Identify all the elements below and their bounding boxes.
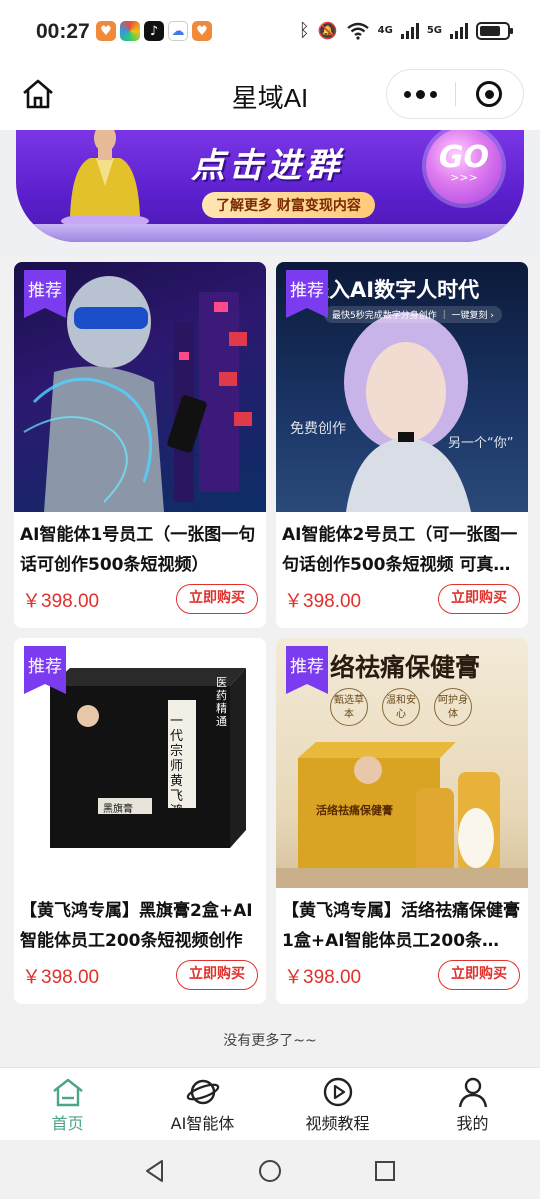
buy-now-button[interactable]: 立即购买 (438, 960, 520, 990)
app-notification-icon (120, 21, 140, 41)
product-card[interactable]: 络祛痛保健膏 甄选草本 温和安心 呵护身体 活络祛痛保健膏 推荐 【黄飞鸿专属】… (276, 638, 528, 1004)
product-card[interactable]: 一代宗师黄飞鸿 医药精通 黑旗膏 推荐 【黄飞鸿专属】黑旗膏2盒+AI智能体员工… (14, 638, 266, 1004)
go-button[interactable]: GO >>> (426, 130, 502, 204)
chat-notification-icon: ☁ (168, 21, 188, 41)
tab-ai-agent[interactable]: AI智能体 (135, 1068, 270, 1140)
tab-label: 视频教程 (305, 1114, 370, 1133)
product-card[interactable]: 进入AI数字人时代 最快5秒完成数字分身创作 ｜ 一键复刻 › 免费创作 另一个… (276, 262, 528, 628)
recommend-tag: 推荐 (286, 646, 328, 694)
tab-label: 首页 (51, 1114, 84, 1133)
banner-subtitle: 了解更多 财富变现内容 (202, 192, 375, 218)
notification-icons: ♥ ♪ ☁ ♥ (96, 21, 212, 41)
tab-video-tutorial[interactable]: 视频教程 (270, 1068, 405, 1140)
go-arrows: >>> (450, 171, 478, 184)
network-5g-label: 5G (426, 25, 442, 36)
product-name: 【黄飞鸿专属】黑旗膏2盒+AI智能体员工200条短视频创作 (20, 901, 253, 951)
bottom-tab-bar: 首页 AI智能体 视频教程 我的 (0, 1067, 540, 1140)
product-name: AI智能体1号员工（一张图一句话可创作500条短视频） (20, 525, 256, 575)
product-card[interactable]: 推荐 AI智能体1号员工（一张图一句话可创作500条短视频） ￥398.00 立… (14, 262, 266, 628)
more-options-button[interactable] (387, 70, 455, 118)
recent-apps-icon[interactable] (372, 1158, 398, 1184)
tab-label: AI智能体 (170, 1114, 235, 1133)
play-circle-icon (323, 1077, 352, 1107)
status-bar: 00:27 ♥ ♪ ☁ ♥ ᛒ 🔕 4G 5G (0, 0, 540, 64)
mute-icon: 🔕 (317, 21, 338, 40)
tab-home[interactable]: 首页 (0, 1068, 135, 1140)
box-label: 活络祛痛保健膏 (316, 804, 393, 817)
person-icon (458, 1077, 487, 1108)
bluetooth-icon: ᛒ (298, 20, 310, 41)
box-label: 黑旗膏 (103, 804, 133, 815)
system-navigation-bar (0, 1140, 540, 1199)
box-title: 一代宗师黄飞鸿 (170, 714, 184, 819)
go-label: GO (438, 140, 490, 175)
close-mini-program-button[interactable] (456, 70, 524, 118)
recommend-tag: 推荐 (24, 646, 66, 694)
thumb-badge: 甄选草本 (330, 688, 368, 726)
signal-icon (400, 22, 419, 39)
thumb-badge: 温和安心 (382, 688, 420, 726)
thumb-headline: 进入AI数字人时代 (308, 278, 480, 302)
thumb-subline: 最快5秒完成数字分身创作 ｜ 一键复刻 › (324, 306, 502, 323)
buy-now-button[interactable]: 立即购买 (176, 960, 258, 990)
product-price: ￥398.00 (284, 967, 362, 988)
recommend-tag: 推荐 (286, 270, 328, 318)
back-icon[interactable] (142, 1158, 168, 1184)
banner-area: 点击进群 了解更多 财富变现内容 GO >>> (0, 130, 540, 256)
thumb-headline: 络祛痛保健膏 (330, 653, 481, 682)
app-notification-icon: ♥ (96, 21, 116, 41)
banner-title: 点击进群 (191, 146, 343, 186)
app-notification-icon: ♥ (192, 21, 212, 41)
banner-rim (16, 224, 524, 242)
join-group-banner[interactable]: 点击进群 了解更多 财富变现内容 GO >>> (16, 130, 524, 242)
thumb-badge: 呵护身体 (434, 688, 472, 726)
product-name: 【黄飞鸿专属】活络祛痛保健膏1盒+AI智能体员工200条… (282, 901, 520, 951)
product-price: ￥398.00 (284, 591, 362, 612)
thumb-left-caption: 免费创作 (290, 421, 346, 437)
tab-label: 我的 (456, 1114, 489, 1133)
product-price: ￥398.00 (22, 591, 100, 612)
home-icon (52, 1078, 83, 1107)
box-side-text: 医药精通 (216, 676, 227, 728)
signal-icon (450, 22, 468, 39)
buy-now-button[interactable]: 立即购买 (176, 584, 258, 614)
buy-now-button[interactable]: 立即购买 (438, 584, 520, 614)
thumb-right-caption: 另一个“你” (448, 436, 514, 451)
status-time: 00:27 (36, 20, 90, 43)
network-4g-label: 4G (377, 25, 393, 36)
product-name: AI智能体2号员工（可一张图一句话创作500条短视频 可真… (282, 525, 518, 575)
presenter-image (61, 130, 149, 226)
recommend-tag: 推荐 (24, 270, 66, 318)
battery-icon (476, 21, 513, 40)
product-price: ￥398.00 (22, 967, 100, 988)
home-circle-icon[interactable] (257, 1158, 283, 1184)
tab-mine[interactable]: 我的 (405, 1068, 540, 1140)
end-of-list-note: 没有更多了~~ (223, 1033, 317, 1049)
planet-icon (186, 1079, 219, 1105)
tiktok-icon: ♪ (144, 21, 164, 41)
wifi-icon (346, 22, 369, 40)
capsule-menu (386, 69, 524, 119)
mini-program-header: 星域AI (0, 64, 540, 130)
